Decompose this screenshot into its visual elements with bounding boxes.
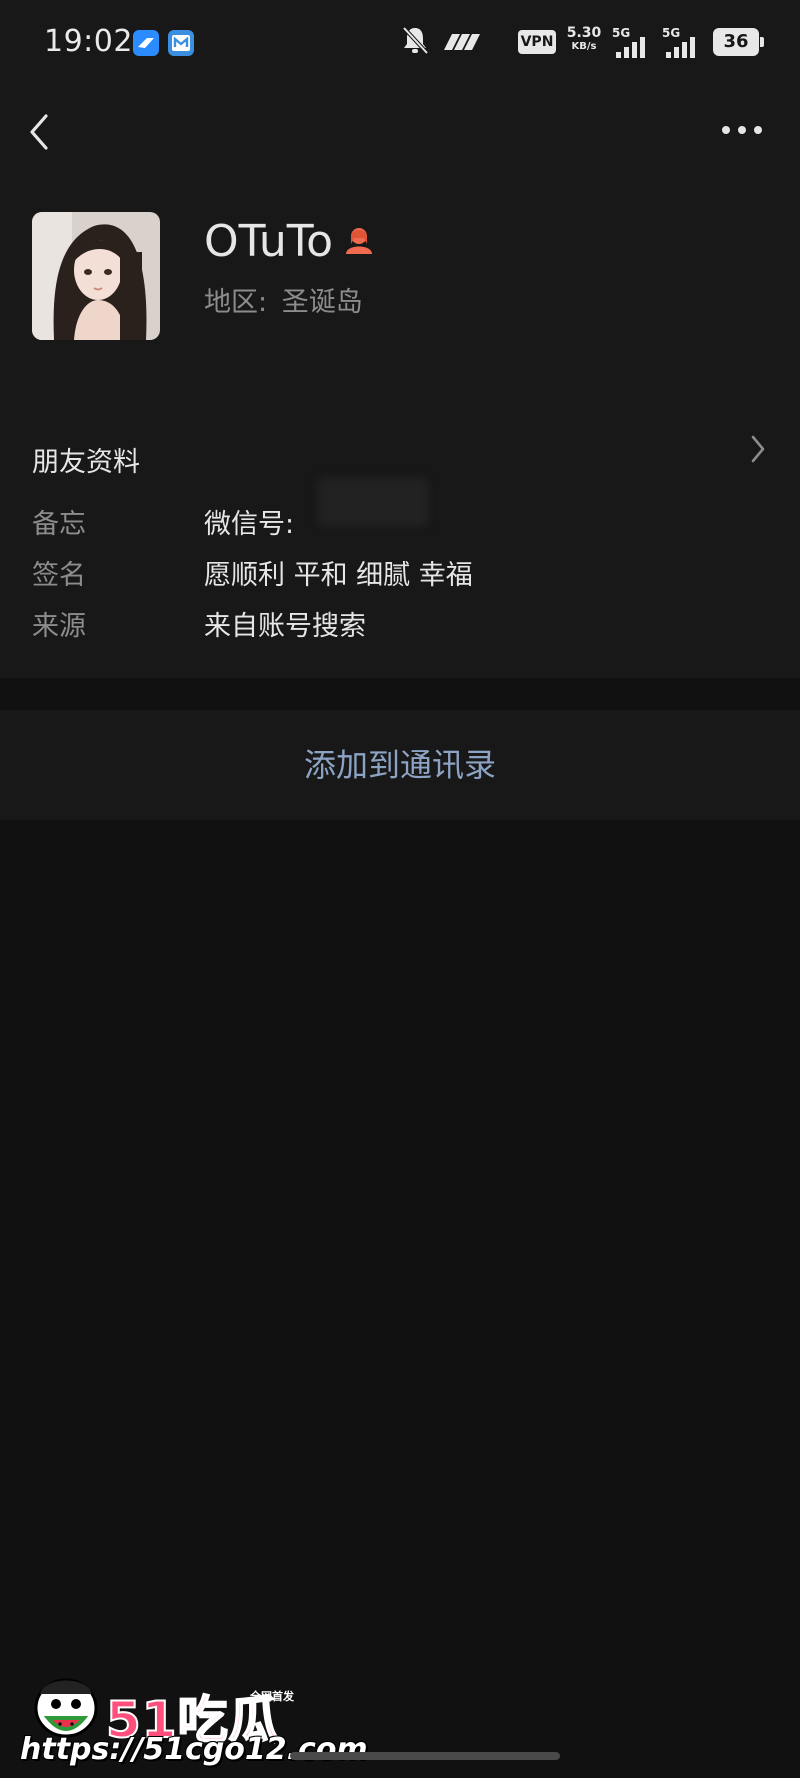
back-button[interactable]	[24, 110, 56, 154]
watermark: 51吃瓜 全网首发 https://51cgo12.com	[20, 1664, 368, 1774]
info-label-remark: 备忘	[32, 509, 86, 540]
avatar-image	[32, 212, 160, 340]
net-speed: 5.30 KB/s	[564, 26, 604, 54]
mute-bell-icon	[400, 24, 430, 60]
chevron-left-icon	[30, 114, 48, 150]
hd-signal-icon	[440, 28, 510, 60]
avatar[interactable]	[32, 212, 160, 340]
status-bar: 19:02 VPN 5.30 KB/s 5G 5G 36	[0, 0, 800, 88]
more-button[interactable]	[720, 116, 764, 144]
info-value-wechat-id: 微信号:	[204, 509, 295, 540]
signal-1-icon	[612, 34, 652, 64]
net-speed-unit: KB/s	[571, 41, 597, 52]
section-more-button[interactable]	[748, 432, 768, 466]
status-indicators: VPN 5.30 KB/s 5G 5G 36	[400, 24, 764, 60]
info-label-signature: 签名	[32, 560, 86, 591]
watermark-tag: 全网首发	[250, 1690, 294, 1703]
net-speed-value: 5.30	[566, 25, 602, 41]
chevron-right-icon	[751, 435, 765, 463]
home-indicator[interactable]	[290, 1752, 560, 1760]
region-value: 圣诞岛	[281, 287, 363, 318]
female-icon	[342, 224, 376, 258]
section-title: 朋友资料	[32, 447, 140, 478]
vpn-badge: VPN	[518, 30, 556, 54]
status-time: 19:02	[44, 24, 133, 59]
signal-2-icon	[662, 34, 702, 64]
info-value-source: 来自账号搜索	[204, 611, 366, 642]
watermark-url: https://51cgo12.com	[20, 1732, 368, 1767]
battery-indicator: 36	[713, 28, 764, 56]
add-contact-button[interactable]: 添加到通讯录	[0, 710, 800, 820]
more-horizontal-icon	[722, 126, 762, 134]
info-value-signature: 愿顺利 平和 细腻 幸福	[204, 560, 473, 591]
feishu-icon	[133, 30, 159, 56]
region-row: 地区: 圣诞岛	[204, 280, 363, 319]
info-label-source: 来源	[32, 611, 86, 642]
region-label: 地区:	[204, 287, 268, 318]
nickname: OTuTo	[204, 216, 334, 267]
blurred-wechat-id	[318, 478, 428, 526]
mail-icon	[168, 30, 194, 56]
